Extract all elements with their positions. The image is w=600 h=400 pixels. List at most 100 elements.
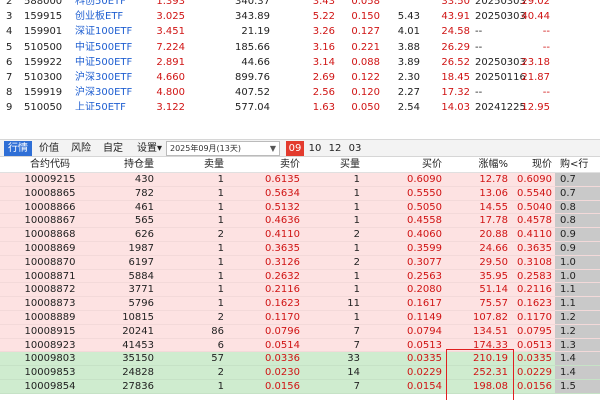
chevron-down-icon: ▼ <box>269 144 276 153</box>
table-row[interactable]: 10008868 626 2 0.4110 2 0.4060 20.88 0.4110 0.9 <box>0 228 600 242</box>
header-hold[interactable]: 持仓量 <box>104 157 154 173</box>
etf-z: 21.87 <box>521 72 550 83</box>
etf-chg: 3.14 <box>312 56 335 68</box>
etf-row[interactable]: 9 510050 上证50ETF 3.122 577.04 1.63 0.050 2.54 14… <box>0 100 600 110</box>
cell-pct: 75.57 <box>479 298 508 310</box>
etf-amt: 0.058 <box>351 0 380 7</box>
cell-pct: 12.78 <box>479 174 508 185</box>
table-row[interactable]: 10008867 565 1 0.4636 1 0.4558 17.78 0.4578 0.8 <box>0 214 600 229</box>
table-row[interactable]: 10009215 430 1 0.6135 1 0.6090 12.78 0.6090 0.7 <box>0 173 600 187</box>
etf-y: 17.32 <box>441 87 470 99</box>
cell-hold: 430 <box>134 174 154 185</box>
header-strike[interactable]: 购<行 <box>556 157 600 173</box>
etf-y: 33.50 <box>441 0 470 7</box>
cell-bidp: 0.0794 <box>407 325 442 337</box>
etf-row[interactable]: 6 159922 中证500ETF 2.891 44.66 3.14 0.088 3.89 26… <box>0 55 600 70</box>
tab-custom[interactable]: 自定 <box>100 141 126 156</box>
month-tab-12[interactable]: 12 <box>326 141 344 156</box>
cell-last: 0.2116 <box>517 284 552 296</box>
cell-hold: 461 <box>134 201 154 213</box>
etf-vol: 21.19 <box>241 26 270 38</box>
etf-y: 26.29 <box>441 41 470 53</box>
table-row[interactable]: 10008866 461 1 0.5132 1 0.5050 14.55 0.5040 0.8 <box>0 200 600 215</box>
cell-bid: 1 <box>353 201 360 213</box>
etf-vol: 577.04 <box>235 102 270 110</box>
etf-list: 2 588000 科创50ETF 1.393 340.37 3.43 0.058 33.50 2… <box>0 0 600 110</box>
header-ask-price[interactable]: 卖价 <box>234 157 300 173</box>
month-tab-10[interactable]: 10 <box>306 141 324 156</box>
etf-row[interactable]: 5 510500 中证500ETF 7.224 185.66 3.16 0.221 3.88 2… <box>0 40 600 55</box>
header-bid-price[interactable]: 买价 <box>372 157 442 173</box>
table-row[interactable]: 10008871 5884 1 0.2632 1 0.2563 35.95 0.2583 1.0 <box>0 269 600 284</box>
tab-risk[interactable]: 风险 <box>68 141 94 156</box>
table-row[interactable]: 10008873 5796 1 0.1623 11 0.1617 75.57 0.1623 1.… <box>0 297 600 311</box>
cell-code: 10008868 <box>24 229 76 241</box>
cell-pct: 35.95 <box>479 270 508 282</box>
etf-y: 18.45 <box>441 72 470 83</box>
table-row[interactable]: 10008869 1987 1 0.3635 1 0.3599 24.66 0.3635 0.9 <box>0 242 600 256</box>
etf-amt: 0.050 <box>351 102 380 110</box>
cell-pct: 51.14 <box>479 284 508 296</box>
cell-bidp: 0.3077 <box>407 256 442 268</box>
etf-row[interactable]: 4 159901 深证100ETF 3.451 21.19 3.26 0.127 4.01 24… <box>0 24 600 39</box>
table-row[interactable]: 10009803 35150 57 0.0336 33 0.0335 210.19 0.033… <box>0 352 600 367</box>
cell-pct: 17.78 <box>479 215 508 227</box>
table-row[interactable]: 10008865 782 1 0.5634 1 0.5550 13.06 0.5540 0.7 <box>0 186 600 201</box>
etf-code: 159922 <box>24 56 63 68</box>
cell-bid: 1 <box>353 174 360 185</box>
cell-put: 1.5 <box>560 381 576 392</box>
cell-pct: 13.06 <box>479 187 508 199</box>
cell-bid: 7 <box>353 325 360 337</box>
tab-settings[interactable]: 设置▾ <box>134 141 165 156</box>
cell-code: 10009853 <box>24 367 76 379</box>
cell-pct: 24.66 <box>479 243 508 254</box>
cell-bid: 2 <box>353 229 360 241</box>
month-tab-03[interactable]: 03 <box>346 141 364 156</box>
etf-chg: 3.26 <box>312 26 335 38</box>
etf-amt: 0.122 <box>351 72 380 83</box>
etf-row[interactable]: 2 588000 科创50ETF 1.393 340.37 3.43 0.058 33.50 2… <box>0 0 600 9</box>
cell-askp: 0.0230 <box>265 367 300 379</box>
etf-chg: 5.22 <box>312 11 335 23</box>
cell-bid: 7 <box>353 339 360 351</box>
header-last-price[interactable]: 现价 <box>512 157 552 173</box>
table-row[interactable]: 10009853 24828 2 0.0230 14 0.0229 252.31 0.0229… <box>0 366 600 380</box>
expiry-month-select[interactable]: 2025年09月(13天) ▼ <box>166 141 280 156</box>
etf-row[interactable]: 7 510300 沪深300ETF 4.660 899.76 2.69 0.122 2.30 1… <box>0 70 600 85</box>
cell-hold: 3771 <box>128 284 154 296</box>
etf-x: 2.54 <box>397 102 420 110</box>
table-row[interactable]: 10008923 41453 6 0.0514 7 0.0513 174.33 0.0513 1… <box>0 338 600 353</box>
header-bid-volume[interactable]: 买量 <box>326 157 360 173</box>
etf-y: 43.91 <box>441 11 470 23</box>
month-tab-09[interactable]: 09 <box>286 141 304 156</box>
etf-vol: 899.76 <box>235 72 270 83</box>
tab-market[interactable]: 行情 <box>4 141 32 156</box>
header-code[interactable]: 合约代码 <box>0 157 100 173</box>
etf-z: -- <box>542 41 550 53</box>
cell-pct: 14.55 <box>479 201 508 213</box>
etf-row[interactable]: 3 159915 创业板ETF 3.025 343.89 5.22 0.150 5.43 43.… <box>0 9 600 24</box>
etf-chg: 1.63 <box>312 102 335 110</box>
cell-ask: 1 <box>217 284 224 296</box>
etf-no: 2 <box>6 0 13 7</box>
cell-askp: 0.1170 <box>265 312 300 323</box>
table-row[interactable]: 10008870 6197 1 0.3126 2 0.3077 29.50 0.3108 1.0 <box>0 255 600 270</box>
etf-x: 2.27 <box>397 87 420 99</box>
etf-z: 12.95 <box>521 102 550 110</box>
etf-y: 26.52 <box>441 56 470 68</box>
tab-value[interactable]: 价值 <box>36 141 62 156</box>
table-row[interactable]: 10009854 27836 1 0.0156 7 0.0154 198.08 0.0156 1… <box>0 380 600 394</box>
cell-bid: 1 <box>353 270 360 282</box>
etf-y: 24.58 <box>441 26 470 38</box>
cell-pct: 174.33 <box>473 339 508 351</box>
header-change-pct[interactable]: 涨幅% <box>448 157 508 173</box>
table-row[interactable]: 10008889 10815 2 0.1170 1 0.1149 107.82 0.1170 1… <box>0 311 600 325</box>
table-row[interactable]: 10008872 3771 1 0.2116 1 0.2080 51.14 0.2116 1.1 <box>0 283 600 298</box>
cell-bidp: 0.2563 <box>407 270 442 282</box>
cell-askp: 0.0336 <box>265 353 300 365</box>
etf-vol: 407.52 <box>235 87 270 99</box>
etf-row[interactable]: 8 159919 沪深300ETF 4.800 407.52 2.56 0.120 2.27 1… <box>0 85 600 100</box>
table-row[interactable]: 10008915 20241 86 0.0796 7 0.0794 134.51 0.0795… <box>0 324 600 339</box>
etf-price: 1.393 <box>156 0 185 7</box>
header-ask-volume[interactable]: 卖量 <box>190 157 224 173</box>
